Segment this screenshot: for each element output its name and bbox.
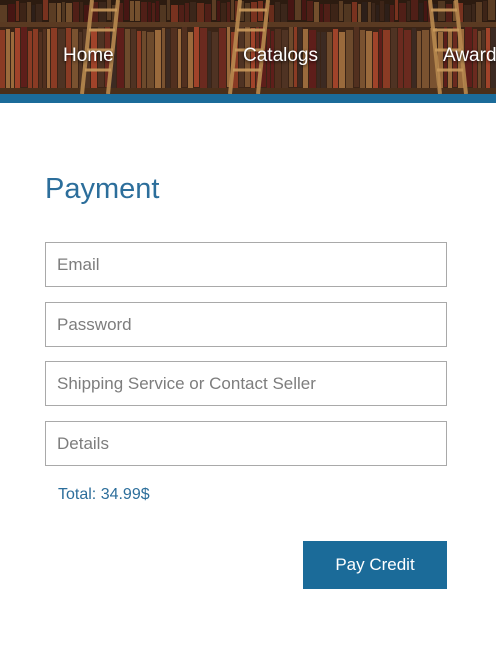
main-nav: Home Catalogs Awards	[0, 0, 496, 94]
nav-home-link[interactable]: Home	[63, 45, 114, 67]
total-amount: Total: 34.99$	[58, 486, 150, 503]
email-field[interactable]	[45, 242, 447, 287]
password-field[interactable]	[45, 302, 447, 347]
header: Home Catalogs Awards	[0, 0, 496, 94]
details-field[interactable]	[45, 421, 447, 466]
nav-catalogs-link[interactable]: Catalogs	[243, 45, 318, 67]
header-accent-bar	[0, 94, 496, 103]
nav-awards-link[interactable]: Awards	[443, 45, 496, 67]
shipping-field[interactable]	[45, 361, 447, 406]
page-title: Payment	[45, 173, 160, 205]
pay-credit-button[interactable]: Pay Credit	[303, 541, 447, 589]
